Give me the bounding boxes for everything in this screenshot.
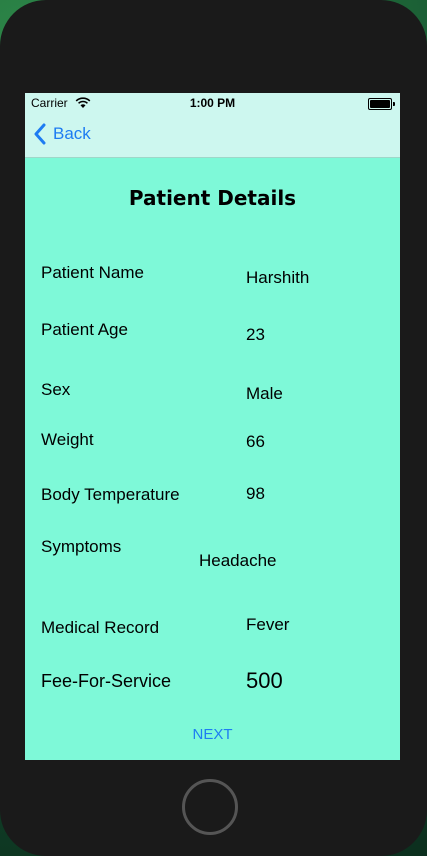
patient-name-value: Harshith bbox=[246, 268, 310, 287]
back-button[interactable]: Back bbox=[33, 123, 91, 145]
weight-value: 66 bbox=[246, 432, 265, 451]
fee-for-service-label: Fee-For-Service bbox=[41, 671, 172, 691]
next-button[interactable]: NEXT bbox=[25, 726, 400, 743]
chevron-left-icon bbox=[34, 123, 46, 145]
symptoms-label: Symptoms bbox=[41, 537, 122, 556]
medical-record-value: Fever bbox=[246, 615, 290, 634]
screen: Carrier 1:00 PM Back Patient Details Pat… bbox=[25, 93, 400, 760]
sex-value: Male bbox=[246, 384, 283, 403]
page-title: Patient Details bbox=[128, 186, 297, 210]
status-bar: Carrier 1:00 PM bbox=[25, 93, 400, 113]
battery-icon bbox=[368, 98, 395, 110]
patient-age-value: 23 bbox=[246, 325, 265, 344]
weight-label: Weight bbox=[41, 430, 94, 449]
patient-age-label: Patient Age bbox=[41, 320, 128, 339]
body-temperature-label: Body Temperature bbox=[41, 485, 180, 504]
fee-for-service-value: 500 bbox=[246, 668, 283, 693]
symptoms-value: Headache bbox=[199, 551, 277, 570]
patient-name-label: Patient Name bbox=[41, 263, 144, 282]
sex-label: Sex bbox=[41, 380, 71, 399]
home-button[interactable] bbox=[182, 779, 238, 835]
phone-frame: Carrier 1:00 PM Back Patient Details Pat… bbox=[0, 0, 427, 856]
back-button-label: Back bbox=[53, 124, 91, 143]
navigation-bar: Back bbox=[25, 113, 400, 158]
status-time: 1:00 PM bbox=[189, 96, 236, 110]
medical-record-label: Medical Record bbox=[41, 618, 160, 637]
body-temperature-value: 98 bbox=[246, 484, 265, 503]
